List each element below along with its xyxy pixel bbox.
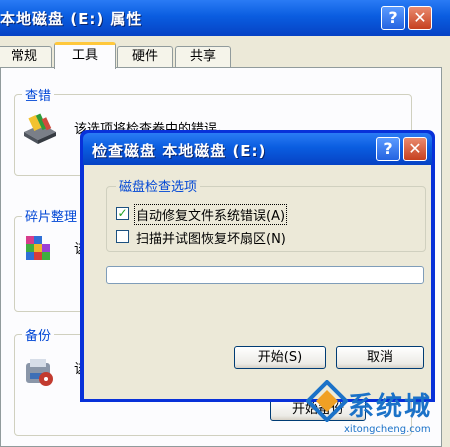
close-button[interactable]: ✕	[408, 6, 432, 30]
close-icon: ✕	[408, 139, 422, 158]
defrag-label: 碎片整理	[22, 206, 81, 225]
cancel-label: 取消	[366, 350, 393, 365]
tab-strip: 常规 工具 硬件 共享	[0, 42, 440, 69]
tab-label: 常规	[10, 49, 37, 64]
auto-fix-label: 自动修复文件系统错误(A)	[134, 204, 288, 225]
start-label: 开始(S)	[257, 350, 303, 365]
close-icon: ✕	[413, 8, 427, 27]
dialog-help-button[interactable]: ?	[376, 137, 400, 161]
progress-bar	[106, 266, 424, 284]
dialog-close-button[interactable]: ✕	[403, 137, 427, 161]
scan-text: 扫描并试图恢复坏扇区	[136, 232, 267, 247]
watermark-brand: 系统城	[348, 392, 433, 422]
watermark-url: xitongcheng.com	[344, 424, 431, 435]
error-check-label: 查错	[22, 85, 55, 104]
tab-sharing[interactable]: 共享	[175, 46, 231, 68]
tab-hardware[interactable]: 硬件	[117, 46, 173, 68]
tab-label: 共享	[189, 49, 216, 64]
help-icon: ?	[388, 8, 398, 27]
scan-bad-sectors-label: 扫描并试图恢复坏扇区(N)	[136, 228, 286, 247]
tab-label: 硬件	[131, 49, 158, 64]
check-mark-icon: ✓	[117, 206, 128, 220]
auto-fix-text: 自动修复文件系统错误	[136, 209, 267, 224]
disk-check-icon	[22, 112, 58, 146]
auto-fix-checkbox[interactable]: ✓	[116, 207, 129, 220]
watermark-logo-icon	[305, 379, 349, 423]
disk-options-label: 磁盘检查选项	[116, 176, 201, 195]
scan-shortcut: (N)	[266, 232, 286, 247]
start-button[interactable]: 开始(S)	[234, 346, 326, 369]
defrag-icon	[22, 232, 54, 266]
backup-icon	[22, 355, 56, 389]
properties-window-title: 本地磁盘 (E:) 属性	[0, 10, 143, 28]
tab-tools[interactable]: 工具	[54, 42, 116, 69]
tab-label: 工具	[71, 48, 98, 63]
scan-bad-sectors-checkbox[interactable]	[116, 230, 129, 243]
tab-general[interactable]: 常规	[0, 46, 52, 68]
help-icon: ?	[383, 139, 393, 158]
check-disk-title: 检查磁盘 本地磁盘 (E:)	[92, 142, 267, 160]
cancel-button[interactable]: 取消	[336, 346, 424, 369]
auto-fix-shortcut: (A)	[266, 209, 286, 224]
help-button[interactable]: ?	[381, 6, 405, 30]
backup-label: 备份	[22, 325, 55, 344]
